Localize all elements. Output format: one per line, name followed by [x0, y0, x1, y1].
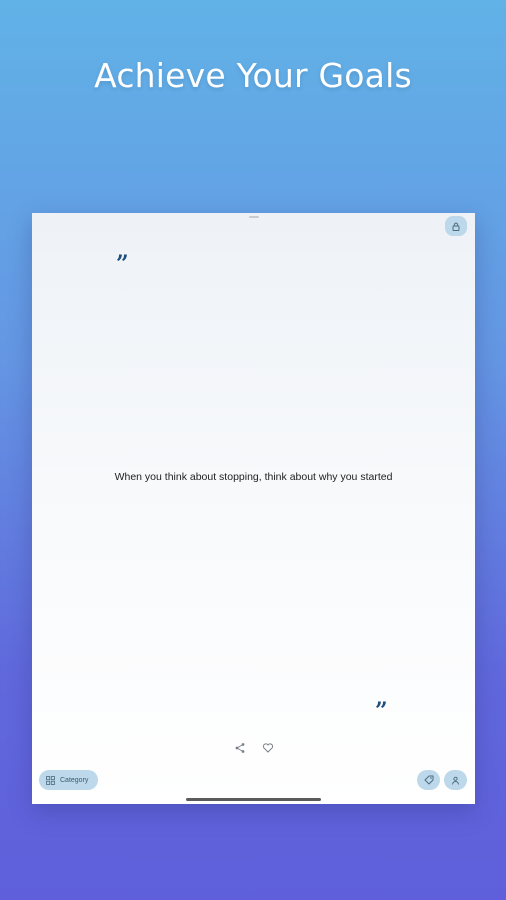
- share-icon[interactable]: [234, 741, 246, 753]
- page-title: Achieve Your Goals: [94, 56, 412, 95]
- app-preview: ” When you think about stopping, think a…: [32, 213, 475, 804]
- quote-text: When you think about stopping, think abo…: [114, 471, 393, 483]
- camera-notch: [248, 216, 259, 218]
- theme-button[interactable]: [417, 770, 440, 790]
- home-indicator: [186, 798, 321, 801]
- quote-actions: [32, 741, 475, 753]
- close-quote-icon: ”: [375, 698, 388, 724]
- profile-button[interactable]: [444, 770, 467, 790]
- category-button[interactable]: Category: [39, 770, 98, 790]
- open-quote-icon: ”: [116, 251, 129, 277]
- screen: { "headline": "Achieve Your Goals", "quo…: [0, 0, 506, 900]
- tag-icon: [424, 775, 433, 785]
- lock-icon: [452, 222, 460, 231]
- category-label: Category: [60, 776, 89, 784]
- heart-icon[interactable]: [262, 741, 274, 753]
- lock-button[interactable]: [445, 216, 467, 236]
- grid-icon: [46, 775, 55, 785]
- person-icon: [452, 776, 459, 785]
